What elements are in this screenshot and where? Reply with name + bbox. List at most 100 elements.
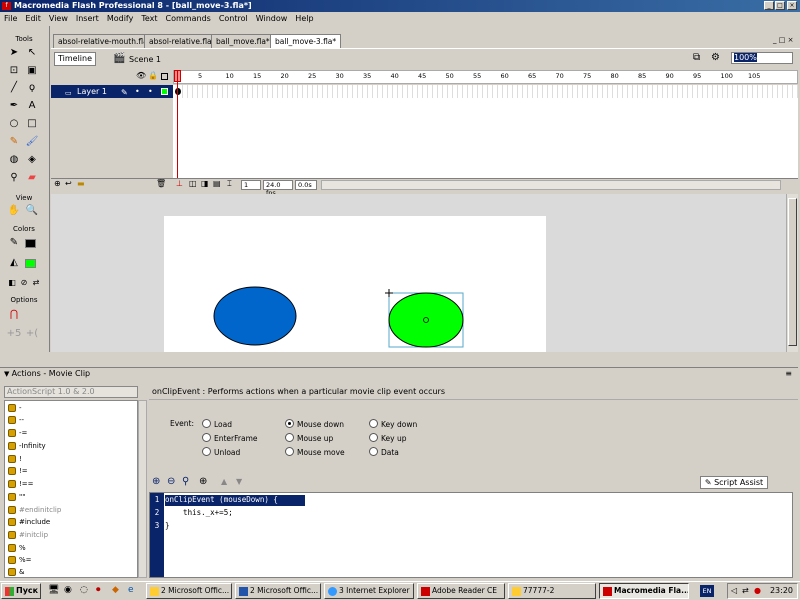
panel-menu-icon[interactable]: ≡ (785, 368, 792, 380)
taskbar-button-ie[interactable]: 3 Internet Explorer (324, 583, 414, 599)
radio-load[interactable] (202, 419, 211, 428)
list-item[interactable]: -- (8, 416, 24, 424)
tab-absol-relative-mouth[interactable]: absol-relative-mouth.fla (53, 34, 153, 48)
doc-window-controls[interactable]: _ □ × (773, 36, 793, 44)
network-icon[interactable]: ⇄ (742, 584, 749, 598)
eye-icon[interactable]: 👁 (136, 71, 146, 80)
target-path-icon[interactable]: ⊕ (199, 476, 207, 487)
speaker-icon[interactable]: ◁ (731, 584, 737, 598)
list-item[interactable]: #initclip (8, 531, 48, 539)
pencil-icon[interactable]: ✎ (6, 135, 22, 149)
move-down-icon[interactable]: ▼ (236, 477, 242, 486)
list-item[interactable]: "" (8, 493, 25, 501)
line-tool-icon[interactable]: ╱ (6, 81, 22, 95)
code-line[interactable]: onClipEvent (mouseDown) { (165, 495, 278, 504)
layer-name[interactable]: ▭ Layer 1 ✎ • • (51, 85, 173, 98)
list-item[interactable]: & (8, 568, 24, 576)
list-item[interactable]: #include (8, 518, 50, 526)
stroke-color-swatch[interactable] (25, 239, 36, 248)
language-indicator[interactable]: EN (700, 585, 714, 597)
radio-key-down[interactable] (369, 419, 378, 428)
list-item[interactable]: -= (8, 429, 27, 437)
zoom-tool-icon[interactable]: 🔍 (24, 204, 40, 218)
onion-skin-icon[interactable]: ◫ (189, 179, 197, 188)
close-icon[interactable]: × (787, 1, 797, 10)
hand-tool-icon[interactable]: ✋ (6, 204, 22, 218)
window-title-bar[interactable]: Macromedia Flash Professional 8 - [ball_… (0, 0, 800, 12)
stage-v-scrollbar[interactable] (786, 194, 798, 352)
menu-insert[interactable]: Insert (72, 12, 103, 26)
list-item[interactable]: -Infinity (8, 442, 46, 450)
menu-file[interactable]: File (0, 12, 21, 26)
lasso-icon[interactable]: ϙ (24, 81, 40, 95)
list-item[interactable]: !== (8, 480, 34, 488)
modify-markers-icon[interactable]: ⌶ (227, 179, 232, 189)
layer-frames[interactable] (173, 85, 798, 98)
quicklaunch-icon[interactable]: ⏺ (96, 585, 101, 595)
frame-ruler[interactable]: 1510152025303540455055606570758085909510… (173, 70, 798, 84)
fill-transform-icon[interactable]: ▣ (24, 64, 40, 78)
actionscript-version-select[interactable]: ActionScript 1.0 & 2.0 (4, 386, 138, 398)
code-line[interactable]: this._x+=5; (165, 508, 233, 517)
find-icon[interactable]: ⚲ (182, 476, 189, 487)
tab-ball-move-3[interactable]: ball_move-3.fla* (270, 34, 342, 48)
onion-outline-icon[interactable]: ◨ (201, 179, 209, 188)
edit-symbols-icon[interactable]: ⚙ (711, 52, 720, 63)
timeline-toggle-button[interactable]: Timeline (54, 52, 96, 66)
start-button[interactable]: Пуск (1, 583, 41, 599)
menu-modify[interactable]: Modify (103, 12, 138, 26)
maximize-icon[interactable]: □ (775, 1, 785, 10)
list-item[interactable]: #endinitclip (8, 506, 61, 514)
quicklaunch-icon[interactable]: e (128, 585, 134, 595)
list-item[interactable]: %= (8, 556, 32, 564)
add-guide-icon[interactable]: ↩ (65, 179, 72, 188)
menu-text[interactable]: Text (137, 12, 161, 26)
radio-mouse-move[interactable] (285, 447, 294, 456)
taskbar-button-office-1[interactable]: 2 Microsoft Offic... (146, 583, 232, 599)
script-editor[interactable]: 1 2 3 onClipEvent (mouseDown) { this._x+… (149, 492, 793, 578)
actions-list-scrollbar[interactable] (138, 400, 147, 578)
delete-layer-icon[interactable]: 🗑 (156, 179, 166, 188)
radio-enterframe[interactable] (202, 433, 211, 442)
eraser-icon[interactable]: ▰ (24, 171, 40, 185)
paint-bucket-icon[interactable]: ◈ (24, 153, 40, 167)
tab-absol-relative[interactable]: absol-relative.fla (144, 34, 217, 48)
antivirus-icon[interactable]: ● (754, 584, 761, 598)
menu-help[interactable]: Help (291, 12, 317, 26)
code-line[interactable]: } (165, 521, 170, 530)
green-ellipse-movie-clip[interactable] (388, 292, 464, 348)
radio-mouse-up[interactable] (285, 433, 294, 442)
radio-mouse-down[interactable] (285, 419, 294, 428)
ink-bottle-icon[interactable]: ◍ (6, 153, 22, 167)
timeline-h-scrollbar[interactable] (321, 180, 781, 190)
eyedropper-icon[interactable]: ⚲ (6, 171, 22, 185)
outline-icon[interactable] (161, 73, 168, 80)
zoom-select[interactable]: 100% (731, 52, 793, 64)
text-tool-icon[interactable]: A (24, 99, 40, 113)
stage-canvas[interactable] (164, 216, 546, 352)
subselection-icon[interactable]: ↖ (24, 46, 40, 60)
insert-layer-icon[interactable]: ⊕ (54, 179, 61, 188)
quicklaunch-icon[interactable]: ◉ (64, 585, 72, 595)
minimize-icon[interactable]: _ (764, 1, 774, 10)
radio-unload[interactable] (202, 447, 211, 456)
rectangle-tool-icon[interactable]: □ (24, 117, 40, 131)
brush-icon[interactable]: 🖌 (24, 135, 40, 149)
menu-edit[interactable]: Edit (21, 12, 45, 26)
radio-data[interactable] (369, 447, 378, 456)
keyframe[interactable] (175, 88, 181, 95)
selection-arrow-icon[interactable]: ➤ (6, 46, 22, 60)
taskbar-button-folder[interactable]: 77777-2 (508, 583, 596, 599)
pen-tool-icon[interactable]: ✒ (6, 99, 22, 113)
menu-commands[interactable]: Commands (162, 12, 215, 26)
scroll-thumb[interactable] (788, 198, 797, 346)
list-item[interactable]: % (8, 544, 26, 552)
quicklaunch-icon[interactable]: ◌ (80, 585, 88, 595)
script-assist-button[interactable]: ✎ Script Assist (700, 476, 768, 489)
taskbar-button-office-2[interactable]: 2 Microsoft Offic... (235, 583, 321, 599)
quicklaunch-icon[interactable]: ◆ (112, 585, 119, 595)
list-item[interactable]: - (8, 404, 22, 412)
edit-multiple-icon[interactable]: ▤ (213, 179, 221, 188)
menu-view[interactable]: View (45, 12, 72, 26)
layer-row[interactable]: ▭ Layer 1 ✎ • • (51, 85, 798, 98)
